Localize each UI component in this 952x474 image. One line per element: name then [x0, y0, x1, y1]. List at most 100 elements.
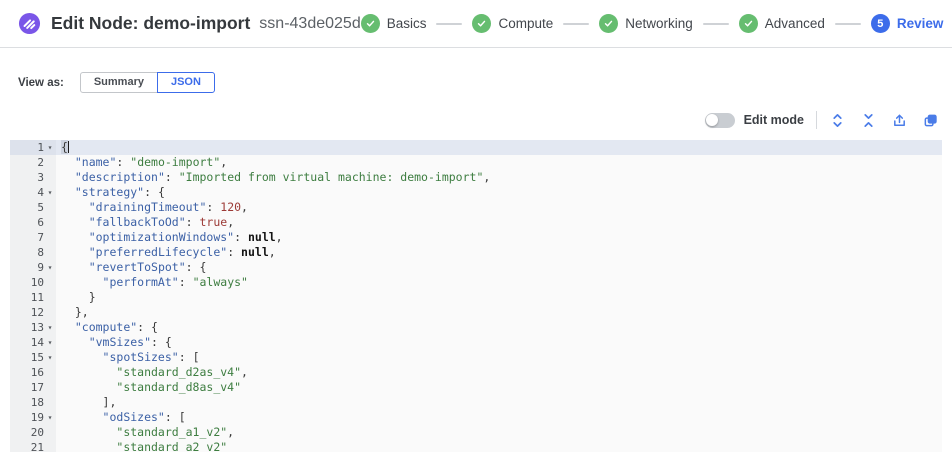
code-text: "performAt": "always" — [56, 275, 248, 290]
expand-all-icon[interactable] — [829, 112, 845, 128]
line-number-gutter: 11 — [10, 290, 56, 305]
line-number-gutter: 16 — [10, 365, 56, 380]
code-line[interactable]: 19▾ "odSizes": [ — [10, 410, 942, 425]
code-line[interactable]: 6 "fallbackToOd": true, — [10, 215, 942, 230]
header: Edit Node: demo-import ssn-43de025d Basi… — [0, 0, 952, 48]
line-number-gutter: 8 — [10, 245, 56, 260]
code-line[interactable]: 5 "drainingTimeout": 120, — [10, 200, 942, 215]
step-label: Compute — [498, 16, 553, 31]
step-networking[interactable]: Networking — [599, 14, 693, 33]
code-text: "spotSizes": [ — [56, 350, 200, 365]
line-number: 9 — [37, 260, 44, 275]
step-basics[interactable]: Basics — [361, 14, 427, 33]
line-number-gutter: 14▾ — [10, 335, 56, 350]
copy-icon[interactable] — [922, 112, 938, 128]
code-line[interactable]: 11 } — [10, 290, 942, 305]
line-number-gutter: 5 — [10, 200, 56, 215]
line-number-gutter: 10 — [10, 275, 56, 290]
spot-logo-icon — [18, 12, 41, 35]
collapse-all-icon[interactable] — [860, 112, 876, 128]
code-text: ], — [56, 395, 116, 410]
code-text: "standard_a1_v2", — [56, 425, 234, 440]
fold-toggle-icon[interactable]: ▾ — [44, 410, 56, 425]
code-line[interactable]: 13▾ "compute": { — [10, 320, 942, 335]
code-line[interactable]: 8 "preferredLifecycle": null, — [10, 245, 942, 260]
code-text: "odSizes": [ — [56, 410, 186, 425]
line-number-gutter: 2 — [10, 155, 56, 170]
node-id: ssn-43de025d — [259, 15, 360, 33]
code-line[interactable]: 1▾{ — [10, 140, 942, 155]
line-number: 12 — [31, 305, 44, 320]
edit-mode-toggle[interactable] — [705, 113, 735, 128]
check-icon — [472, 14, 491, 33]
step-separator — [835, 23, 861, 25]
line-number-gutter: 4▾ — [10, 185, 56, 200]
step-label: Basics — [387, 16, 427, 31]
export-icon[interactable] — [891, 112, 907, 128]
line-number: 10 — [31, 275, 44, 290]
step-separator — [563, 23, 589, 25]
code-line[interactable]: 3 "description": "Imported from virtual … — [10, 170, 942, 185]
step-advanced[interactable]: Advanced — [739, 14, 825, 33]
line-number-gutter: 7 — [10, 230, 56, 245]
code-line[interactable]: 20 "standard_a1_v2", — [10, 425, 942, 440]
code-line[interactable]: 18 ], — [10, 395, 942, 410]
fold-toggle-icon[interactable]: ▾ — [44, 140, 56, 155]
code-line[interactable]: 14▾ "vmSizes": { — [10, 335, 942, 350]
step-separator — [436, 23, 462, 25]
line-number: 2 — [37, 155, 44, 170]
line-number: 13 — [31, 320, 44, 335]
code-line[interactable]: 2 "name": "demo-import", — [10, 155, 942, 170]
code-line[interactable]: 17 "standard_d8as_v4" — [10, 380, 942, 395]
check-icon — [361, 14, 380, 33]
code-line[interactable]: 4▾ "strategy": { — [10, 185, 942, 200]
code-line[interactable]: 21 "standard_a2_v2" — [10, 440, 942, 452]
edit-node-page: Edit Node: demo-import ssn-43de025d Basi… — [0, 0, 952, 474]
fold-toggle-icon[interactable]: ▾ — [44, 320, 56, 335]
line-number: 3 — [37, 170, 44, 185]
code-text: "revertToSpot": { — [56, 260, 206, 275]
page-title: Edit Node: demo-import — [51, 13, 250, 34]
code-text: "vmSizes": { — [56, 335, 172, 350]
line-number-gutter: 19▾ — [10, 410, 56, 425]
step-review[interactable]: 5Review — [871, 14, 944, 33]
line-number: 4 — [37, 185, 44, 200]
line-number-gutter: 21 — [10, 440, 56, 452]
view-as-label: View as: — [18, 77, 64, 89]
fold-toggle-icon[interactable]: ▾ — [44, 335, 56, 350]
json-editor[interactable]: 1▾{2 "name": "demo-import",3 "descriptio… — [10, 140, 942, 452]
step-separator — [703, 23, 729, 25]
step-label: Review — [897, 16, 944, 31]
code-text: "description": "Imported from virtual ma… — [56, 170, 490, 185]
line-number: 5 — [37, 200, 44, 215]
fold-toggle-icon[interactable]: ▾ — [44, 185, 56, 200]
view-as-summary-button[interactable]: Summary — [80, 72, 158, 93]
view-as-row: View as: SummaryJSON — [18, 72, 952, 93]
line-number-gutter: 1▾ — [10, 140, 56, 155]
code-text: "strategy": { — [56, 185, 165, 200]
line-number: 15 — [31, 350, 44, 365]
check-icon — [599, 14, 618, 33]
code-line[interactable]: 16 "standard_d2as_v4", — [10, 365, 942, 380]
view-as-json-button[interactable]: JSON — [157, 72, 215, 93]
code-line[interactable]: 7 "optimizationWindows": null, — [10, 230, 942, 245]
line-number: 11 — [31, 290, 44, 305]
code-line[interactable]: 15▾ "spotSizes": [ — [10, 350, 942, 365]
line-number-gutter: 13▾ — [10, 320, 56, 335]
code-text: "compute": { — [56, 320, 158, 335]
code-line[interactable]: 9▾ "revertToSpot": { — [10, 260, 942, 275]
code-text: { — [56, 140, 69, 155]
code-text: "fallbackToOd": true, — [56, 215, 234, 230]
text-cursor — [68, 141, 70, 153]
code-line[interactable]: 12 }, — [10, 305, 942, 320]
wizard-stepper: Basics Compute Networking Advanced 5Review — [361, 14, 944, 33]
code-line[interactable]: 10 "performAt": "always" — [10, 275, 942, 290]
line-number: 19 — [31, 410, 44, 425]
code-text: "standard_d8as_v4" — [56, 380, 241, 395]
step-compute[interactable]: Compute — [472, 14, 553, 33]
editor-toolbar: Edit mode — [0, 110, 938, 130]
fold-toggle-icon[interactable]: ▾ — [44, 350, 56, 365]
line-number: 16 — [31, 365, 44, 380]
line-number: 6 — [37, 215, 44, 230]
fold-toggle-icon[interactable]: ▾ — [44, 260, 56, 275]
